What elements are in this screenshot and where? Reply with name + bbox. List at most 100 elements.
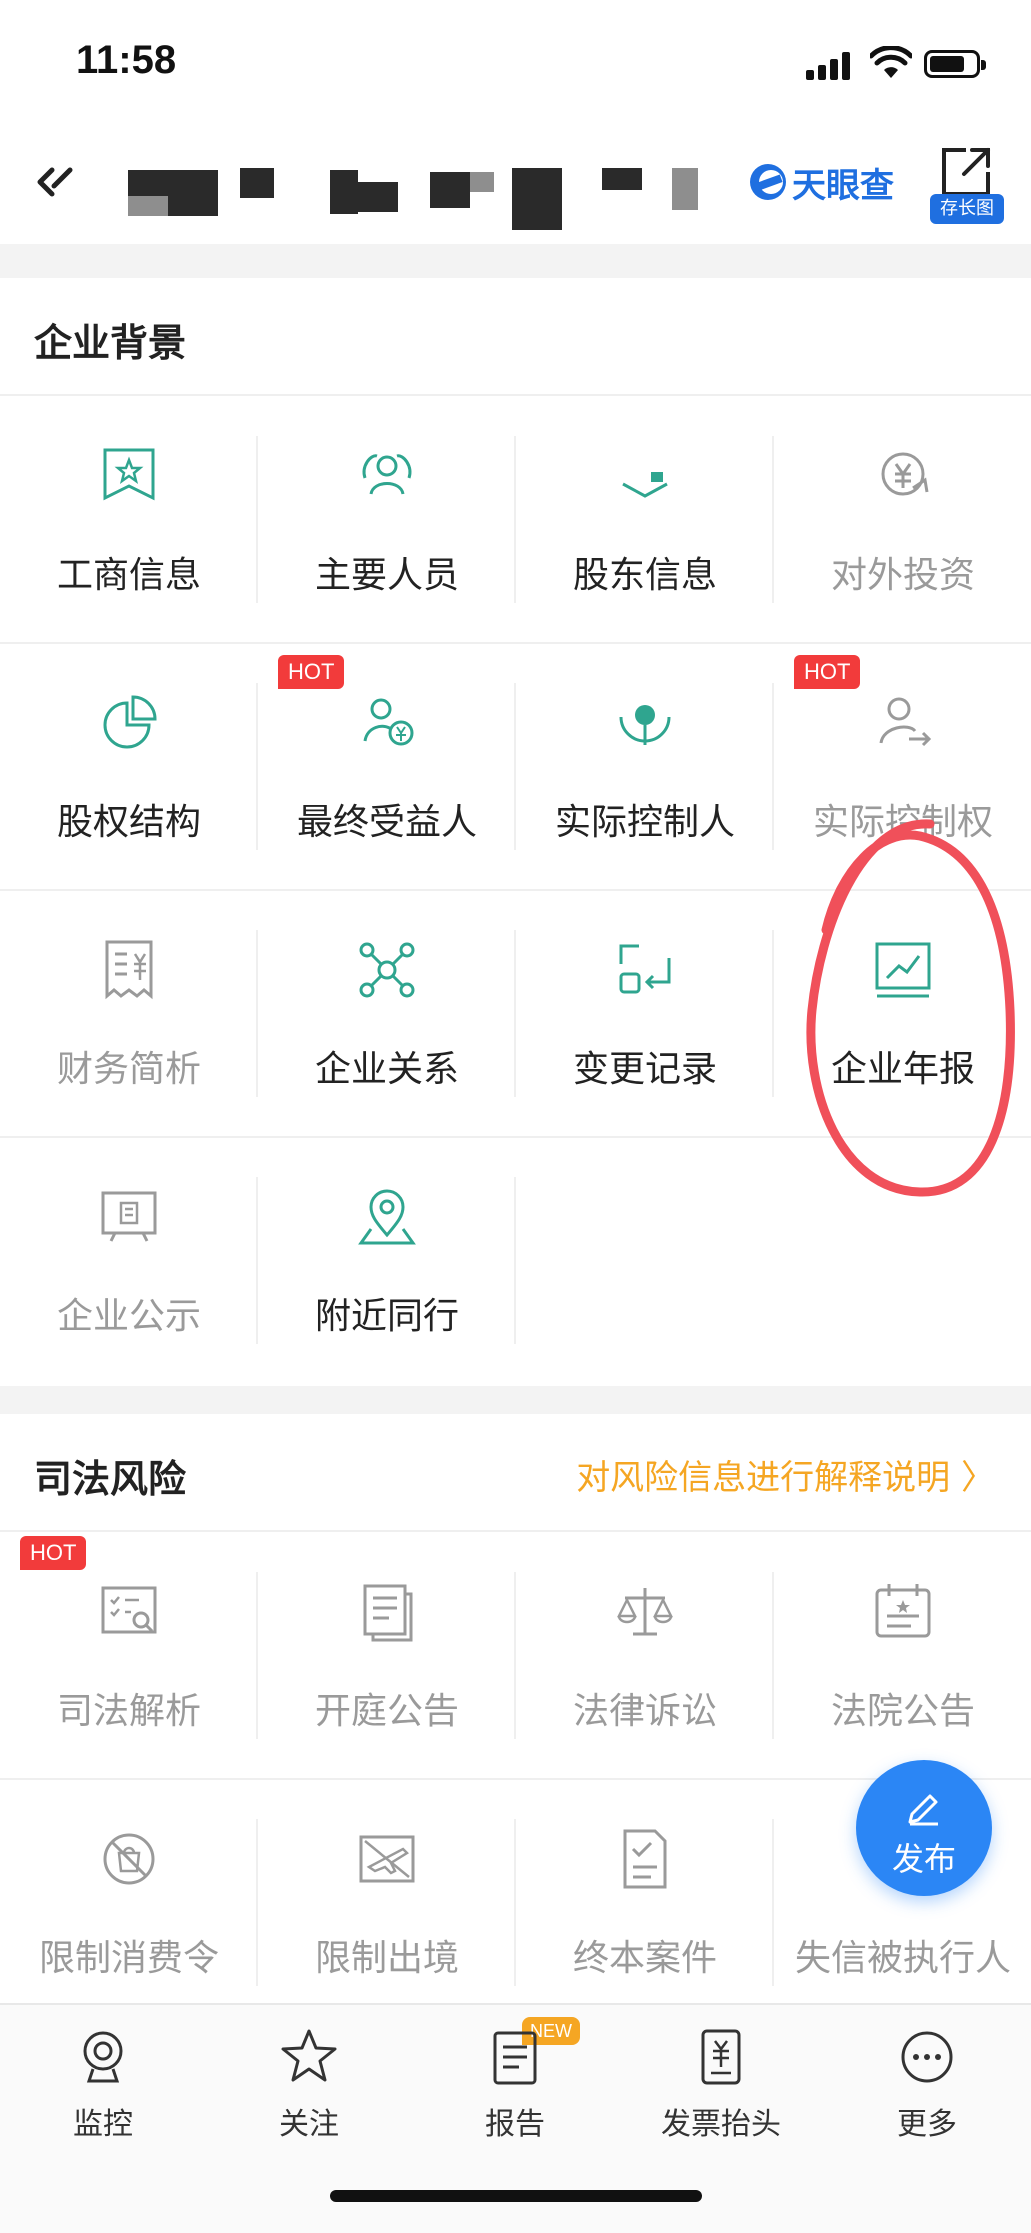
column-divider: [514, 1177, 516, 1344]
people-icon: [357, 444, 417, 510]
hot-badge: HOT: [20, 1536, 87, 1570]
grid-item-financial-analysis[interactable]: 财务简析: [0, 890, 258, 1137]
section-title: 企业背景: [34, 321, 187, 365]
grid-item-equity-structure[interactable]: 股权结构: [0, 643, 258, 890]
terminated-case-icon: [615, 1827, 675, 1893]
column-divider: [256, 1177, 258, 1344]
grid-item-shareholder-info[interactable]: 股东信息: [516, 396, 774, 643]
row-divider: [0, 642, 1031, 644]
grid-item-label: 法律诉讼: [572, 1691, 717, 1732]
pie-chart-icon: [99, 691, 159, 757]
grid-item-label: 企业关系: [314, 1049, 459, 1090]
grid-item-label: 主要人员: [314, 555, 459, 596]
column-divider: [256, 683, 258, 850]
grid-item-key-personnel[interactable]: 主要人员: [258, 396, 516, 643]
column-divider: [514, 436, 516, 603]
network-icon: [357, 938, 417, 1004]
grid-item-label: 对外投资: [830, 555, 975, 596]
tab-label: 报告: [485, 2107, 545, 2142]
grid-item-outbound-investment[interactable]: 对外投资: [774, 396, 1031, 643]
grid-item-label: 司法解析: [56, 1691, 201, 1732]
grid-item-actual-controller[interactable]: 实际控制人: [516, 643, 774, 890]
column-divider: [256, 1819, 258, 1986]
save-long-image-button[interactable]: 存长图: [930, 142, 1004, 226]
grid-item-business-info[interactable]: 工商信息: [0, 396, 258, 643]
grid-item-label: 失信被执行人: [794, 1938, 1011, 1979]
grid-item-label: 企业公示: [56, 1296, 201, 1337]
column-divider: [514, 1572, 516, 1739]
publish-button[interactable]: 发布: [856, 1760, 992, 1896]
risk-explanation-link[interactable]: 对风险信息进行解释说明 〉: [576, 1450, 995, 1499]
tab-more[interactable]: 更多: [824, 2019, 1030, 2142]
background-grid: 工商信息 主要人员 股东信息 对外投资 股权结构 HOT 最终受益人 实际控制人…: [0, 396, 1031, 1386]
grid-item-consumption-restriction[interactable]: 限制消费令: [0, 1779, 258, 2026]
grid-item-actual-control-right[interactable]: HOT 实际控制权: [774, 643, 1031, 890]
tab-label: 关注: [279, 2107, 339, 2142]
grid-item-label: 实际控制权: [812, 802, 993, 843]
star-icon: [281, 2029, 337, 2082]
tianyancha-logo: 天眼查: [750, 162, 894, 206]
hot-badge: HOT: [278, 655, 345, 689]
grid-item-change-record[interactable]: 变更记录: [516, 890, 774, 1137]
tab-report[interactable]: NEW 报告: [412, 2017, 618, 2142]
annual-report-chart-icon: [873, 938, 933, 1004]
hot-badge: HOT: [794, 655, 861, 689]
pen-icon: [908, 1794, 938, 1826]
grid-item-enterprise-relations[interactable]: 企业关系: [258, 890, 516, 1137]
column-divider: [256, 1572, 258, 1739]
grid-item-nearby-peers[interactable]: 附近同行: [258, 1137, 516, 1384]
judicial-risk-grid: HOT 司法解析 开庭公告 法律诉讼 法院公告 限制消费令 限制出境 终本案件 …: [0, 1532, 1031, 2003]
logo-text: 天眼查: [792, 165, 894, 206]
location-pin-icon: [357, 1185, 417, 1251]
status-time: 11:58: [76, 38, 177, 82]
tab-monitor[interactable]: 监控: [0, 2019, 206, 2142]
grid-item-label: 附近同行: [314, 1296, 459, 1337]
column-divider: [772, 1572, 774, 1739]
scales-icon: [615, 1580, 675, 1646]
grid-item-label: 工商信息: [56, 555, 201, 596]
grid-item-terminated-cases[interactable]: 终本案件: [516, 1779, 774, 2026]
grid-item-ultimate-beneficiary[interactable]: HOT 最终受益人: [258, 643, 516, 890]
investment-icon: [873, 444, 933, 510]
section-separator: [0, 1386, 1031, 1414]
back-button[interactable]: [32, 156, 82, 206]
grid-item-label: 最终受益人: [296, 802, 477, 843]
tab-label: 监控: [73, 2107, 133, 2142]
beneficiary-icon: [357, 691, 417, 757]
grid-item-label: 变更记录: [572, 1049, 717, 1090]
judicial-analysis-icon: [99, 1580, 159, 1646]
grid-item-court-announcement[interactable]: 法院公告: [774, 1532, 1031, 1779]
section-title: 司法风险: [34, 1457, 187, 1501]
grid-item-public-notice[interactable]: 企业公示: [0, 1137, 258, 1384]
logo-mark-icon: [750, 164, 786, 200]
grid-item-court-hearing-notice[interactable]: 开庭公告: [258, 1532, 516, 1779]
wifi-icon: [868, 45, 914, 80]
tab-invoice-title[interactable]: 发票抬头: [618, 2019, 824, 2142]
report-icon: [493, 2031, 537, 2085]
share-icon: [942, 148, 990, 196]
grid-item-judicial-analysis[interactable]: HOT 司法解析: [0, 1532, 258, 1779]
grid-item-label: 股权结构: [56, 802, 201, 843]
publish-label: 发布: [891, 1840, 956, 1878]
top-navigation-bar: 天眼查 存长图: [0, 120, 1031, 240]
controller-icon: [615, 691, 675, 757]
grid-item-annual-report[interactable]: 企业年报: [774, 890, 1031, 1137]
grid-item-label: 股东信息: [572, 555, 717, 596]
more-icon: [901, 2031, 953, 2083]
column-divider: [514, 683, 516, 850]
tab-follow[interactable]: 关注: [206, 2019, 412, 2142]
share-tag-label: 存长图: [930, 194, 1004, 224]
grid-item-label: 终本案件: [572, 1938, 717, 1979]
grid-item-legal-litigation[interactable]: 法律诉讼: [516, 1532, 774, 1779]
column-divider: [514, 930, 516, 1097]
cellular-signal-icon: [806, 52, 854, 80]
column-divider: [514, 1819, 516, 1986]
grid-item-label: 限制消费令: [38, 1938, 219, 1979]
section-header-judicial-risk: 司法风险 对风险信息进行解释说明 〉: [0, 1414, 1031, 1532]
no-exit-icon: [357, 1827, 417, 1893]
finance-receipt-icon: [99, 938, 159, 1004]
column-divider: [256, 436, 258, 603]
status-bar: 11:58: [0, 0, 1031, 120]
control-right-icon: [873, 691, 933, 757]
grid-item-exit-restriction[interactable]: 限制出境: [258, 1779, 516, 2026]
